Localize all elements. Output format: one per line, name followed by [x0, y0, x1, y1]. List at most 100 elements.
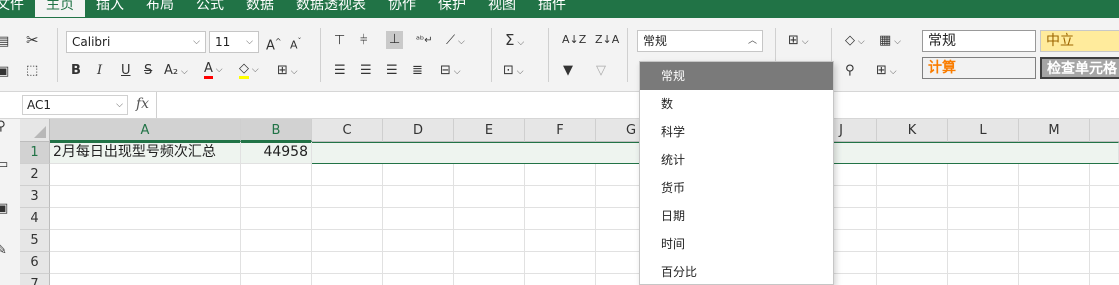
format-painter2-icon[interactable]: ⚲ [845, 63, 855, 79]
grid-cell[interactable] [525, 274, 596, 285]
insert-cells-button[interactable]: ⊞ ⌵ [788, 33, 809, 50]
format-option-number[interactable]: 数 [640, 90, 833, 118]
grid-cell[interactable] [877, 230, 948, 252]
font-name-select[interactable]: Calibri ⌵ [66, 31, 206, 53]
tab-plugins[interactable]: 插件 [527, 0, 577, 16]
grid-cell[interactable] [948, 230, 1019, 252]
grid-cell[interactable] [1090, 186, 1119, 208]
tab-collaborate[interactable]: 协作 [377, 0, 427, 16]
format-option-scientific[interactable]: 科学 [640, 118, 833, 146]
align-middle-icon[interactable]: ⫩ [360, 33, 367, 49]
row-header-6[interactable]: 6 [20, 252, 50, 274]
grid-cell[interactable] [1019, 186, 1090, 208]
tab-home[interactable]: 主页 [35, 0, 85, 17]
grid-cell[interactable] [877, 208, 948, 230]
column-header-f[interactable]: F [525, 119, 596, 142]
grid-cell[interactable] [877, 164, 948, 186]
search-icon[interactable]: ⚲ [0, 119, 6, 135]
grid-cell[interactable] [525, 186, 596, 208]
grid-cell[interactable] [454, 252, 525, 274]
row-header-7[interactable]: 7 [20, 274, 50, 285]
format-option-currency[interactable]: 货币 [640, 174, 833, 202]
sort-asc-icon[interactable]: A↓Z [562, 32, 586, 48]
cut-icon[interactable]: ✂ [26, 32, 39, 48]
align-left-icon[interactable]: ☰ [334, 63, 346, 79]
chat-icon[interactable]: ▣ [0, 201, 8, 217]
column-header-m[interactable]: M [1019, 119, 1090, 142]
align-center-icon[interactable]: ☰ [360, 63, 372, 79]
grid-cell[interactable] [383, 208, 454, 230]
number-format-select[interactable]: 常规 ︿ [637, 30, 763, 52]
style-normal[interactable]: 常规 [922, 30, 1036, 52]
select-all-corner[interactable] [20, 119, 50, 142]
underline-button[interactable]: U [121, 63, 131, 79]
format-painter-icon[interactable]: ⬚ [26, 63, 38, 79]
tab-file[interactable]: 文件 [0, 0, 35, 16]
clear-button[interactable]: ◇ ⌵ [845, 33, 865, 50]
tab-protect[interactable]: 保护 [427, 0, 477, 16]
grid-cell[interactable] [948, 186, 1019, 208]
font-size-select[interactable]: 11 ⌵ [209, 31, 259, 53]
format-option-accounting[interactable]: 统计 [640, 146, 833, 174]
grid-cell[interactable] [877, 274, 948, 285]
align-right-icon[interactable]: ☰ [386, 63, 398, 79]
tab-pivot[interactable]: 数据透视表 [285, 0, 377, 16]
tab-insert[interactable]: 插入 [85, 0, 135, 16]
grid-cell[interactable] [50, 252, 241, 274]
format-option-percent[interactable]: 百分比 [640, 258, 833, 285]
grid-cell[interactable] [1019, 208, 1090, 230]
italic-button[interactable]: I [97, 63, 102, 79]
tab-formulas[interactable]: 公式 [185, 0, 235, 16]
row-header-1[interactable]: 1 [20, 142, 50, 164]
grid-cell[interactable] [1019, 230, 1090, 252]
grid-cell[interactable] [50, 164, 241, 186]
grid-cell[interactable] [1090, 208, 1119, 230]
grid-cell[interactable] [1019, 274, 1090, 285]
grid-cell[interactable] [1090, 164, 1119, 186]
strikethrough-button[interactable]: S [144, 63, 152, 79]
grid-cell[interactable] [454, 208, 525, 230]
style-neutral[interactable]: 中立 [1040, 30, 1119, 52]
grid-cell[interactable] [525, 230, 596, 252]
grid-cell[interactable] [383, 230, 454, 252]
grid-cell[interactable] [877, 252, 948, 274]
grid-cell[interactable] [1019, 252, 1090, 274]
increase-font-icon[interactable]: A^ [266, 34, 282, 54]
fill-color-button[interactable]: ◇ ⌵ [239, 61, 259, 79]
grid-cell[interactable] [454, 186, 525, 208]
grid-cell[interactable] [525, 164, 596, 186]
align-bottom-icon[interactable]: ⊥ [386, 31, 404, 49]
grid-cell[interactable] [50, 208, 241, 230]
format-option-time[interactable]: 时间 [640, 230, 833, 258]
sort-desc-icon[interactable]: Z↓A [595, 32, 619, 48]
conditional-format-button[interactable]: ▦ ⌵ [879, 33, 901, 50]
grid-cell[interactable] [312, 164, 383, 186]
grid-cell[interactable] [241, 274, 312, 285]
grid-cell[interactable] [454, 230, 525, 252]
grid-cell[interactable] [1090, 274, 1119, 285]
font-color-button[interactable]: A ⌵ [204, 61, 223, 79]
grid-cell[interactable] [948, 252, 1019, 274]
grid-cell[interactable] [241, 230, 312, 252]
grid-cell[interactable] [383, 164, 454, 186]
column-header-c[interactable]: C [312, 119, 383, 142]
grid-cell[interactable] [948, 164, 1019, 186]
column-header-b[interactable]: B [241, 119, 312, 142]
column-header-d[interactable]: D [383, 119, 454, 142]
grid-cell[interactable] [50, 274, 241, 285]
justify-icon[interactable]: ≣ [412, 63, 423, 79]
column-header-l[interactable]: L [948, 119, 1019, 142]
bold-button[interactable]: B [71, 63, 81, 79]
grid-cell[interactable] [312, 208, 383, 230]
table-format-button[interactable]: ⊞ ⌵ [876, 63, 897, 80]
grid-cell[interactable] [383, 252, 454, 274]
grid-cell[interactable] [312, 252, 383, 274]
row-header-3[interactable]: 3 [20, 186, 50, 208]
grid-cell[interactable] [525, 252, 596, 274]
cell-a1[interactable]: 2月每日出现型号频次汇总 [50, 142, 241, 164]
plugin-icon[interactable]: ✎ [0, 243, 7, 259]
tab-layout[interactable]: 布局 [135, 0, 185, 16]
formula-input[interactable] [156, 92, 1119, 118]
grid-cell[interactable] [241, 186, 312, 208]
grid-cell[interactable] [50, 186, 241, 208]
